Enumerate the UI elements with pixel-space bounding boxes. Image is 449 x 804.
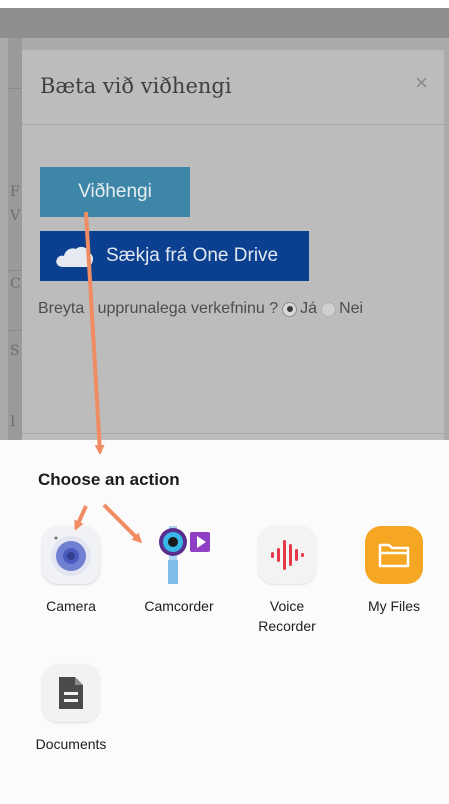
radio-no[interactable] (321, 301, 337, 317)
app-label: Documents (35, 736, 107, 752)
background-letter: I (10, 414, 16, 430)
background-divider (8, 330, 22, 331)
choose-action-sheet: Choose an action Camera Camcorder Voice … (0, 440, 449, 804)
camera-icon (42, 526, 100, 584)
radio-yes[interactable] (282, 301, 298, 317)
background-divider (8, 270, 22, 271)
dialog-title: Bæta við viðhengi (40, 74, 232, 98)
app-camera[interactable]: Camera (16, 526, 126, 616)
dialog-header: Bæta við viðhengi × (22, 50, 444, 125)
app-label: My Files (367, 598, 421, 614)
background-app-bar (0, 8, 449, 38)
background-letter: V (10, 208, 21, 224)
cloud-icon (56, 246, 93, 267)
background-letter: C (10, 276, 21, 292)
background-divider (8, 88, 22, 89)
onedrive-button-label: Sækja frá One Drive (106, 245, 279, 266)
modify-prompt: Breyta í upprunalega verkefninu ? (38, 300, 279, 317)
app-label: Camcorder (144, 598, 214, 614)
radio-yes-label: Já (300, 300, 318, 317)
app-my-files[interactable]: My Files (339, 526, 449, 616)
background-letter: S (10, 343, 20, 359)
app-label: Camera (46, 598, 96, 614)
app-documents[interactable]: Documents (16, 664, 126, 754)
onedrive-button[interactable]: Sækja frá One Drive (40, 231, 309, 281)
camcorder-icon (144, 526, 214, 584)
attachment-button[interactable]: Viðhengi (40, 167, 190, 217)
app-label: Voice Recorder (258, 598, 316, 634)
status-bar-strip (0, 0, 449, 8)
background-letter: F (10, 184, 20, 200)
sheet-title: Choose an action (38, 470, 180, 489)
radio-no-label: Nei (339, 300, 364, 317)
folder-icon (365, 526, 423, 584)
document-icon (42, 664, 100, 722)
add-attachment-dialog: Bæta við viðhengi × Viðhengi Sækja frá O… (22, 50, 444, 440)
background-content-edge (8, 38, 22, 440)
voice-recorder-icon (258, 526, 316, 584)
dialog-footer-divider (22, 433, 444, 434)
modify-original-row: Breyta í upprunalega verkefninu ? Já Nei (38, 300, 363, 318)
close-icon[interactable]: × (415, 70, 428, 96)
app-camcorder[interactable]: Camcorder (124, 526, 234, 616)
app-voice-recorder[interactable]: Voice Recorder (232, 526, 342, 636)
